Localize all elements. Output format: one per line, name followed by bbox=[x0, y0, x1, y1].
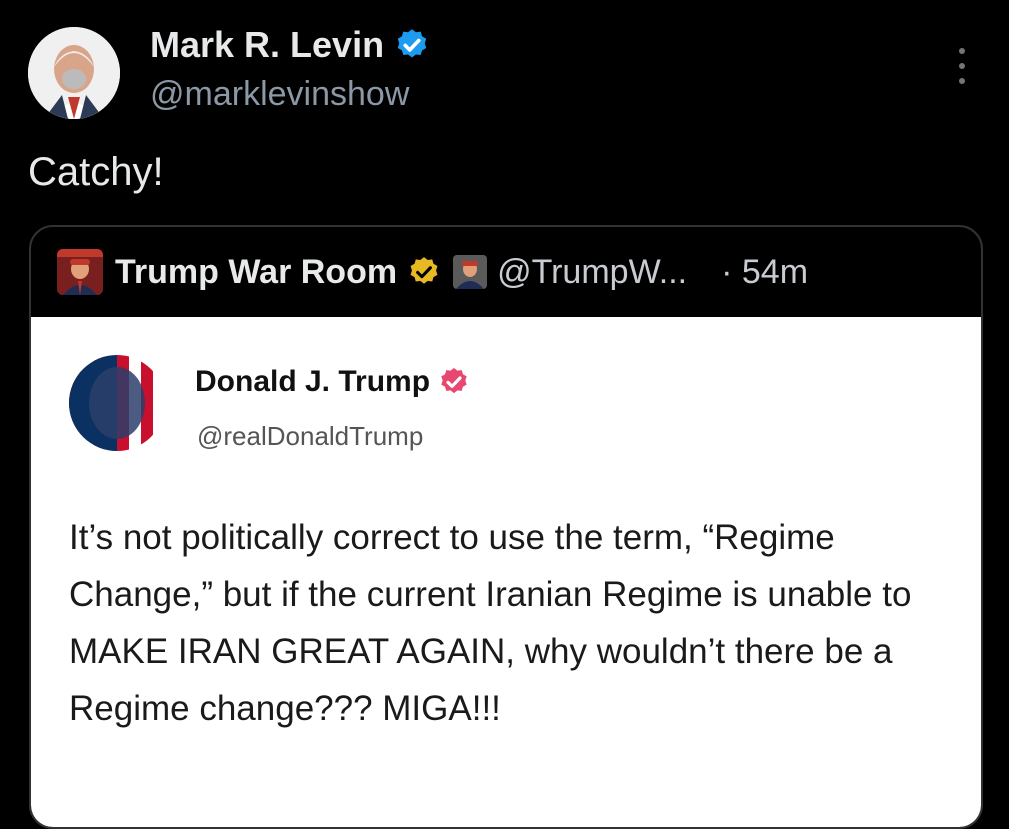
trump-war-room-avatar-icon bbox=[57, 249, 103, 295]
embedded-name-row: Donald J. Trump bbox=[195, 365, 470, 399]
embedded-avatar bbox=[69, 355, 165, 451]
affiliate-badge[interactable] bbox=[453, 255, 488, 289]
verified-badge-icon bbox=[397, 29, 427, 58]
dot bbox=[959, 48, 965, 54]
post-text: Catchy! bbox=[28, 150, 164, 194]
dot bbox=[959, 63, 965, 69]
quoted-post-header: Trump War Room @TrumpW... · 54m bbox=[31, 227, 981, 317]
embedded-display-name: Donald J. Trump bbox=[195, 365, 431, 398]
gold-verified-badge-icon bbox=[410, 257, 438, 284]
embedded-handle: @realDonaldTrump bbox=[197, 421, 424, 451]
author-name-row: Mark R. Levin bbox=[150, 24, 430, 66]
quoted-timestamp[interactable]: · 54m bbox=[721, 253, 808, 292]
affiliate-avatar-icon bbox=[453, 255, 488, 289]
embedded-image[interactable]: Donald J. Trump @realDonaldTrump It’s no… bbox=[31, 317, 981, 827]
avatar[interactable] bbox=[28, 27, 120, 119]
more-options-icon[interactable] bbox=[952, 48, 972, 84]
display-name[interactable]: Mark R. Levin bbox=[150, 24, 384, 66]
quoted-display-name[interactable]: Trump War Room bbox=[115, 253, 397, 292]
quoted-handle[interactable]: @TrumpW... bbox=[497, 253, 687, 292]
pink-verified-badge-icon bbox=[441, 368, 467, 394]
quoted-post[interactable]: Trump War Room @TrumpW... · 54m Donald J… bbox=[29, 225, 983, 829]
embedded-post-text: It’s not politically correct to use the … bbox=[69, 518, 912, 728]
dot bbox=[959, 78, 965, 84]
profile-photo-icon bbox=[28, 27, 120, 119]
author-handle[interactable]: @marklevinshow bbox=[150, 75, 409, 114]
quoted-avatar[interactable] bbox=[57, 249, 103, 295]
